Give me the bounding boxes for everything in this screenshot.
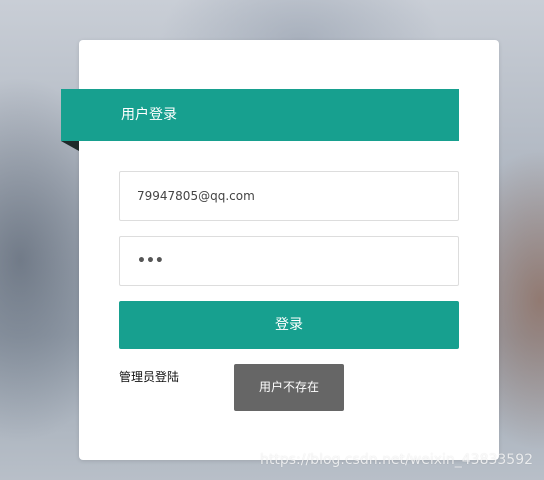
email-field[interactable]: 79947805@qq.com	[119, 171, 459, 221]
ribbon-fold-shadow	[61, 141, 79, 151]
admin-login-link[interactable]: 管理员登陆	[119, 368, 179, 385]
email-value: 79947805@qq.com	[137, 189, 255, 203]
password-value: •••	[137, 253, 164, 269]
password-field[interactable]: •••	[119, 236, 459, 286]
login-title-ribbon: 用户登录	[61, 89, 459, 141]
error-toast: 用户不存在	[234, 364, 344, 411]
watermark-text: https://blog.csdn.net/weixin_43833592	[260, 452, 534, 468]
login-button[interactable]: 登录	[119, 301, 459, 349]
login-title: 用户登录	[121, 107, 177, 123]
